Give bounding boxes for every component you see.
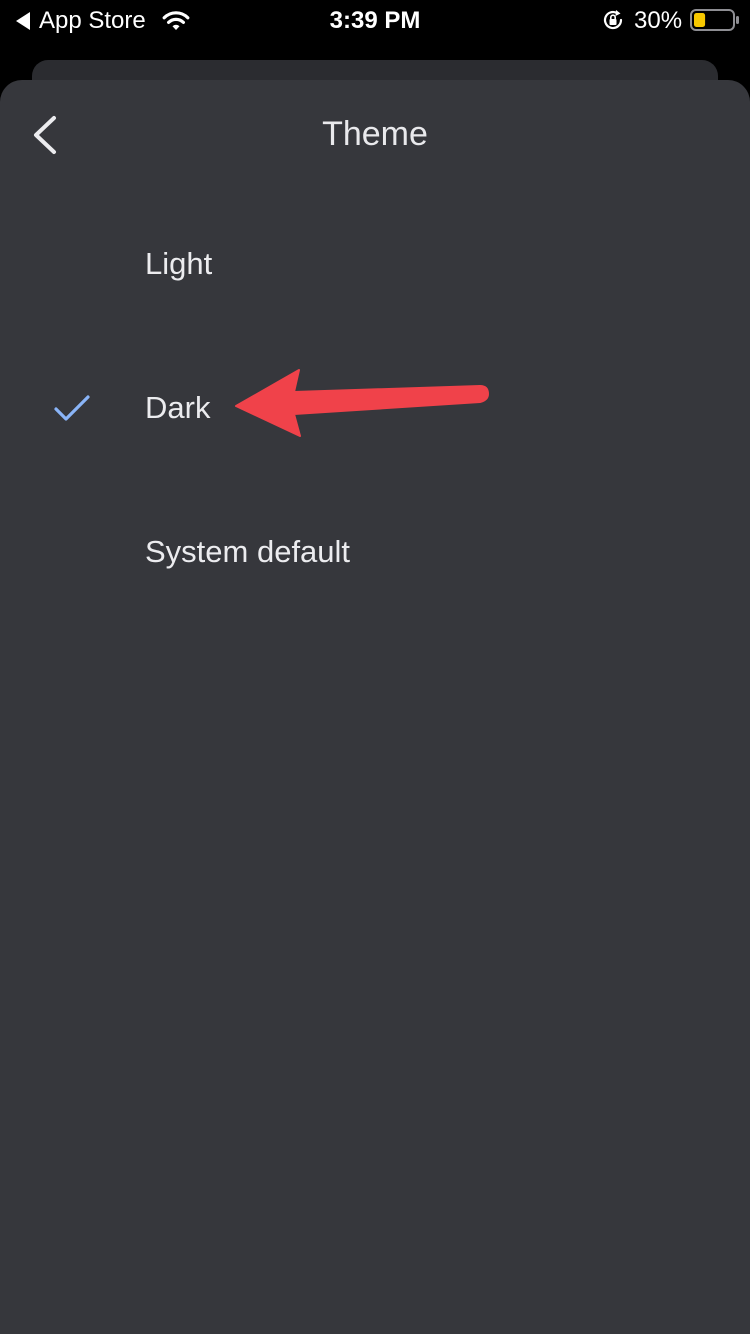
battery-percent: 30% (634, 7, 683, 34)
option-label: Dark (145, 390, 211, 425)
option-label: Light (145, 246, 213, 281)
option-system-default[interactable]: System default (0, 502, 750, 602)
annotation-arrow-icon (235, 369, 489, 437)
battery-icon (690, 9, 739, 31)
orientation-lock-icon (603, 10, 623, 30)
page-title: Theme (322, 115, 428, 153)
option-light[interactable]: Light (0, 214, 750, 314)
option-label: System default (145, 534, 351, 569)
check-icon (54, 395, 90, 421)
screen: App Store 3:39 PM 30% Theme Light Dark S… (0, 0, 750, 1334)
status-bar: App Store 3:39 PM 30% (0, 0, 750, 42)
theme-sheet: Theme Light Dark System default (0, 80, 750, 1334)
